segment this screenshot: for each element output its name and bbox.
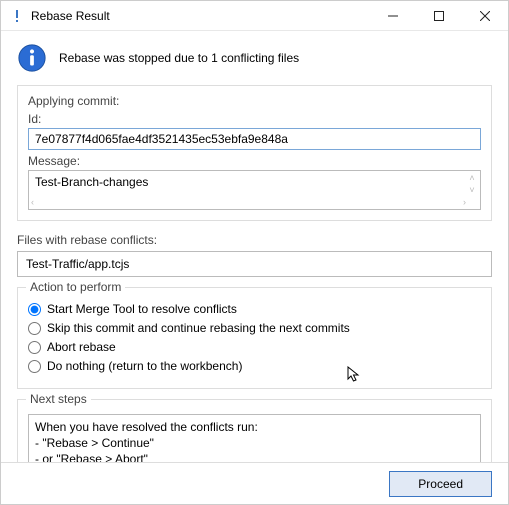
- action-group: Action to perform Start Merge Tool to re…: [17, 287, 492, 389]
- radio-nothing[interactable]: [28, 360, 41, 373]
- radio-merge-tool[interactable]: [28, 303, 41, 316]
- vertical-scrollbar[interactable]: ˄ ˅: [466, 173, 478, 195]
- conflicts-label: Files with rebase conflicts:: [17, 233, 492, 247]
- commit-message-field[interactable]: Test-Branch-changes ˄ ˅ ‹ ›: [28, 170, 481, 210]
- dialog-footer: Proceed: [1, 462, 508, 504]
- info-icon: [17, 43, 47, 73]
- next-steps-group: Next steps When you have resolved the co…: [17, 399, 492, 462]
- action-option-merge-tool[interactable]: Start Merge Tool to resolve conflicts: [28, 302, 481, 316]
- next-steps-label: Next steps: [26, 392, 91, 406]
- radio-skip[interactable]: [28, 322, 41, 335]
- action-option-nothing[interactable]: Do nothing (return to the workbench): [28, 359, 481, 373]
- app-icon: [9, 8, 25, 24]
- conflict-file-item[interactable]: Test-Traffic/app.tcjs: [26, 257, 129, 271]
- scroll-right-icon[interactable]: ›: [463, 197, 466, 207]
- commit-id-field[interactable]: [28, 128, 481, 150]
- window-title: Rebase Result: [31, 9, 370, 23]
- info-message: Rebase was stopped due to 1 conflicting …: [59, 51, 299, 65]
- close-button[interactable]: [462, 1, 508, 30]
- scroll-left-icon[interactable]: ‹: [31, 197, 34, 207]
- applying-commit-label: Applying commit:: [28, 94, 481, 108]
- scroll-down-icon[interactable]: ˅: [469, 185, 474, 195]
- conflict-files-list[interactable]: Test-Traffic/app.tcjs: [17, 251, 492, 277]
- maximize-button[interactable]: [416, 1, 462, 30]
- message-label: Message:: [28, 154, 481, 168]
- action-label: Abort rebase: [47, 340, 116, 354]
- action-label: Skip this commit and continue rebasing t…: [47, 321, 350, 335]
- horizontal-scrollbar[interactable]: ‹ ›: [31, 196, 466, 208]
- minimize-button[interactable]: [370, 1, 416, 30]
- radio-abort[interactable]: [28, 341, 41, 354]
- proceed-button[interactable]: Proceed: [389, 471, 492, 497]
- action-label: Do nothing (return to the workbench): [47, 359, 242, 373]
- next-steps-line: - or "Rebase > Abort": [35, 451, 474, 462]
- info-banner: Rebase was stopped due to 1 conflicting …: [17, 39, 492, 85]
- window-controls: [370, 1, 508, 30]
- next-steps-text: When you have resolved the conflicts run…: [28, 414, 481, 462]
- action-option-abort[interactable]: Abort rebase: [28, 340, 481, 354]
- action-group-label: Action to perform: [26, 280, 125, 294]
- id-label: Id:: [28, 112, 481, 126]
- action-option-skip[interactable]: Skip this commit and continue rebasing t…: [28, 321, 481, 335]
- applying-commit-group: Applying commit: Id: Message: Test-Branc…: [17, 85, 492, 221]
- next-steps-line: When you have resolved the conflicts run…: [35, 419, 474, 435]
- rebase-result-window: Rebase Result Rebase was stopped due: [0, 0, 509, 505]
- dialog-content: Rebase was stopped due to 1 conflicting …: [1, 31, 508, 462]
- scroll-up-icon[interactable]: ˄: [469, 173, 474, 183]
- action-label: Start Merge Tool to resolve conflicts: [47, 302, 237, 316]
- next-steps-line: - "Rebase > Continue": [35, 435, 474, 451]
- titlebar: Rebase Result: [1, 1, 508, 31]
